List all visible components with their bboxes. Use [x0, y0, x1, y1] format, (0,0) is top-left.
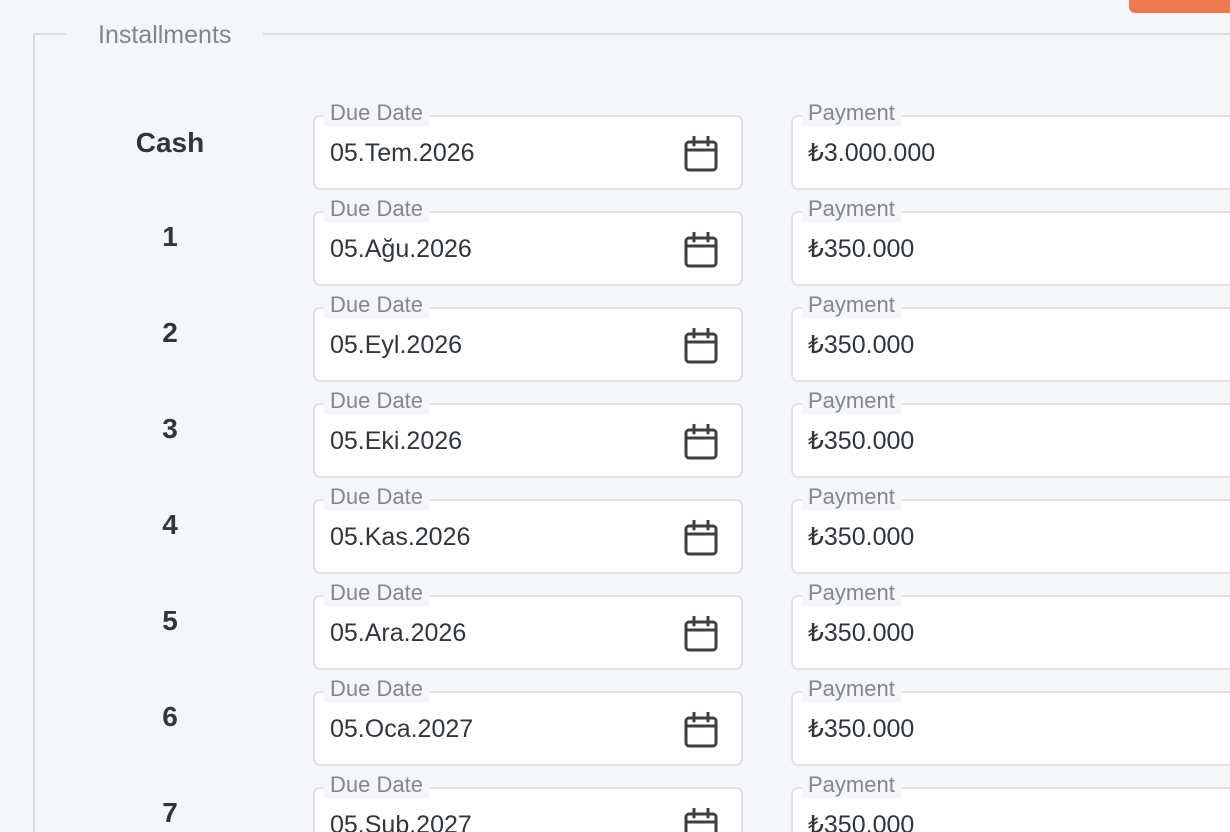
due-date-field[interactable]: Due Date 05.Eki.2026: [313, 388, 743, 478]
installments-legend: Installments: [66, 19, 264, 51]
due-date-label: Due Date: [324, 292, 429, 321]
installment-row: 3 Due Date 05.Eki.2026 Payment ₺350.000: [0, 388, 1230, 483]
installment-row: Cash Due Date 05.Tem.2026 Payment ₺3.000.000: [0, 100, 1230, 195]
installment-row: 7 Due Date 05.Şub.2027 Payment ₺350.000: [0, 772, 1230, 832]
due-date-label: Due Date: [324, 772, 429, 801]
calendar-icon[interactable]: [684, 519, 718, 556]
calendar-icon[interactable]: [684, 327, 718, 364]
payment-label: Payment: [802, 484, 901, 513]
payment-value[interactable]: ₺350.000: [808, 809, 914, 832]
payment-label: Payment: [802, 292, 901, 321]
due-date-value[interactable]: 05.Oca.2027: [330, 713, 473, 745]
calendar-icon[interactable]: [684, 711, 718, 748]
due-date-field[interactable]: Due Date 05.Şub.2027: [313, 772, 743, 832]
calendar-icon[interactable]: [684, 423, 718, 460]
payment-label: Payment: [802, 100, 901, 129]
payment-field[interactable]: Payment ₺350.000: [791, 388, 1230, 478]
payment-field[interactable]: Payment ₺350.000: [791, 676, 1230, 766]
payment-field[interactable]: Payment ₺350.000: [791, 484, 1230, 574]
due-date-value[interactable]: 05.Kas.2026: [330, 521, 470, 553]
calendar-icon[interactable]: [684, 615, 718, 652]
installment-number: Cash: [135, 127, 205, 158]
installment-number: 6: [162, 701, 178, 732]
due-date-value[interactable]: 05.Eki.2026: [330, 425, 462, 457]
payment-label: Payment: [802, 772, 901, 801]
calendar-icon[interactable]: [684, 807, 718, 832]
calendar-icon[interactable]: [684, 231, 718, 268]
installment-row: 1 Due Date 05.Ağu.2026 Payment ₺350.000: [0, 196, 1230, 291]
payment-field[interactable]: Payment ₺350.000: [791, 580, 1230, 670]
installment-number: 5: [162, 605, 178, 636]
due-date-label: Due Date: [324, 580, 429, 609]
due-date-value[interactable]: 05.Ağu.2026: [330, 233, 472, 265]
payment-value[interactable]: ₺350.000: [808, 521, 914, 553]
due-date-field[interactable]: Due Date 05.Tem.2026: [313, 100, 743, 190]
payment-field[interactable]: Payment ₺350.000: [791, 196, 1230, 286]
payment-field[interactable]: Payment ₺3.000.000: [791, 100, 1230, 190]
due-date-field[interactable]: Due Date 05.Eyl.2026: [313, 292, 743, 382]
due-date-label: Due Date: [324, 484, 429, 513]
installment-number: 7: [162, 797, 178, 828]
due-date-value[interactable]: 05.Şub.2027: [330, 809, 472, 832]
payment-value[interactable]: ₺350.000: [808, 713, 914, 745]
installment-row: 2 Due Date 05.Eyl.2026 Payment ₺350.000: [0, 292, 1230, 387]
installment-number: 2: [162, 317, 178, 348]
payment-value[interactable]: ₺350.000: [808, 233, 914, 265]
installments-page: Installments Cash Due Date 05.Tem.2026 Paym…: [0, 0, 1230, 832]
due-date-label: Due Date: [324, 388, 429, 417]
payment-label: Payment: [802, 580, 901, 609]
payment-label: Payment: [802, 388, 901, 417]
payment-value[interactable]: ₺3.000.000: [808, 137, 935, 169]
due-date-field[interactable]: Due Date 05.Ağu.2026: [313, 196, 743, 286]
due-date-field[interactable]: Due Date 05.Oca.2027: [313, 676, 743, 766]
calendar-icon[interactable]: [684, 135, 718, 172]
payment-value[interactable]: ₺350.000: [808, 329, 914, 361]
due-date-label: Due Date: [324, 100, 429, 129]
installment-row: 6 Due Date 05.Oca.2027 Payment ₺350.000: [0, 676, 1230, 771]
due-date-value[interactable]: 05.Tem.2026: [330, 137, 475, 169]
due-date-label: Due Date: [324, 676, 429, 705]
installment-number: 1: [162, 221, 178, 252]
payment-label: Payment: [802, 196, 901, 225]
installment-number: 3: [162, 413, 178, 444]
payment-value[interactable]: ₺350.000: [808, 425, 914, 457]
due-date-field[interactable]: Due Date 05.Kas.2026: [313, 484, 743, 574]
installment-row: 4 Due Date 05.Kas.2026 Payment ₺350.000: [0, 484, 1230, 579]
payment-value[interactable]: ₺350.000: [808, 617, 914, 649]
primary-action-button[interactable]: [1129, 0, 1230, 13]
installment-row: 5 Due Date 05.Ara.2026 Payment ₺350.000: [0, 580, 1230, 675]
due-date-value[interactable]: 05.Eyl.2026: [330, 329, 462, 361]
payment-field[interactable]: Payment ₺350.000: [791, 292, 1230, 382]
due-date-field[interactable]: Due Date 05.Ara.2026: [313, 580, 743, 670]
due-date-value[interactable]: 05.Ara.2026: [330, 617, 466, 649]
installment-number: 4: [162, 509, 178, 540]
payment-label: Payment: [802, 676, 901, 705]
payment-field[interactable]: Payment ₺350.000: [791, 772, 1230, 832]
due-date-label: Due Date: [324, 196, 429, 225]
